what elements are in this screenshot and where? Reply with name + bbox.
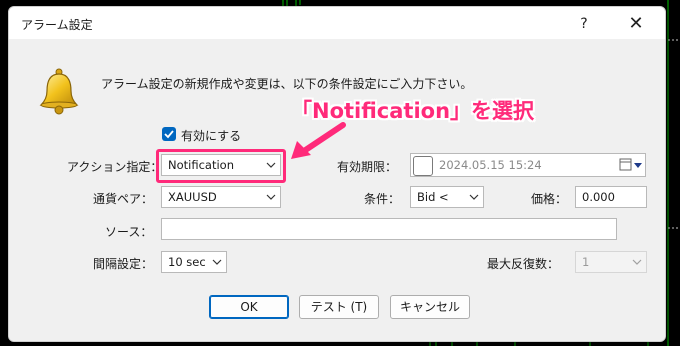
chevron-down-icon xyxy=(266,194,276,200)
symbol-label: 通貨ペア： xyxy=(93,192,154,206)
interval-select[interactable]: 10 sec xyxy=(161,251,227,273)
max-repeats-label: 最大反復数： xyxy=(487,257,560,271)
interval-value: 10 sec xyxy=(168,255,206,269)
enabled-checkbox[interactable] xyxy=(162,127,176,141)
interval-label: 間隔設定： xyxy=(93,257,154,271)
source-input[interactable] xyxy=(161,218,617,240)
chevron-down-icon xyxy=(266,162,276,168)
ok-button[interactable]: OK xyxy=(209,295,289,319)
price-value: 0.000 xyxy=(582,190,615,204)
symbol-select[interactable]: XAUUSD xyxy=(161,186,281,208)
price-label: 価格： xyxy=(531,192,568,206)
condition-select[interactable]: Bid < xyxy=(410,186,484,208)
price-input[interactable]: 0.000 xyxy=(575,186,647,208)
dialog-body: アラーム設定の新規作成や変更は、以下の条件設定にご入力下さい。 「Notific… xyxy=(9,39,665,341)
action-label: アクション指定： xyxy=(67,160,163,174)
dialog-title: アラーム設定 xyxy=(21,18,93,32)
chevron-down-icon xyxy=(212,259,222,265)
calendar-dropdown-icon[interactable] xyxy=(619,158,643,172)
symbol-value: XAUUSD xyxy=(168,190,217,204)
test-button[interactable]: テスト (T) xyxy=(299,295,379,319)
check-icon xyxy=(164,130,174,139)
expiry-label: 有効期限： xyxy=(337,160,398,174)
cancel-button[interactable]: キャンセル xyxy=(390,295,470,319)
enabled-label: 有効にする xyxy=(181,129,242,143)
title-bar: アラーム設定 ? ✕ xyxy=(9,7,665,39)
chevron-down-icon xyxy=(469,194,479,200)
chevron-down-icon xyxy=(632,259,642,265)
expiry-checkbox[interactable] xyxy=(413,156,433,176)
max-repeats-value: 1 xyxy=(582,255,590,269)
action-select[interactable]: Notification xyxy=(161,154,281,176)
source-label: ソース： xyxy=(105,225,153,239)
annotation-arrow xyxy=(291,122,346,159)
intro-text: アラーム設定の新規作成や変更は、以下の条件設定にご入力下さい。 xyxy=(101,77,473,91)
expiry-field[interactable]: 2024.05.15 15:24 xyxy=(410,153,646,177)
bell-icon xyxy=(39,68,79,115)
max-repeats-select: 1 xyxy=(575,251,647,273)
help-button[interactable]: ? xyxy=(569,13,599,35)
alarm-settings-dialog: アラーム設定 ? ✕ アラーム設定の新規作成や変更は、以下の条件設定にご入力下さ… xyxy=(8,6,666,342)
action-value: Notification xyxy=(168,158,234,172)
expiry-value: 2024.05.15 15:24 xyxy=(439,158,542,172)
condition-value: Bid < xyxy=(417,190,449,204)
condition-label: 条件： xyxy=(364,192,401,206)
close-button[interactable]: ✕ xyxy=(621,13,651,35)
